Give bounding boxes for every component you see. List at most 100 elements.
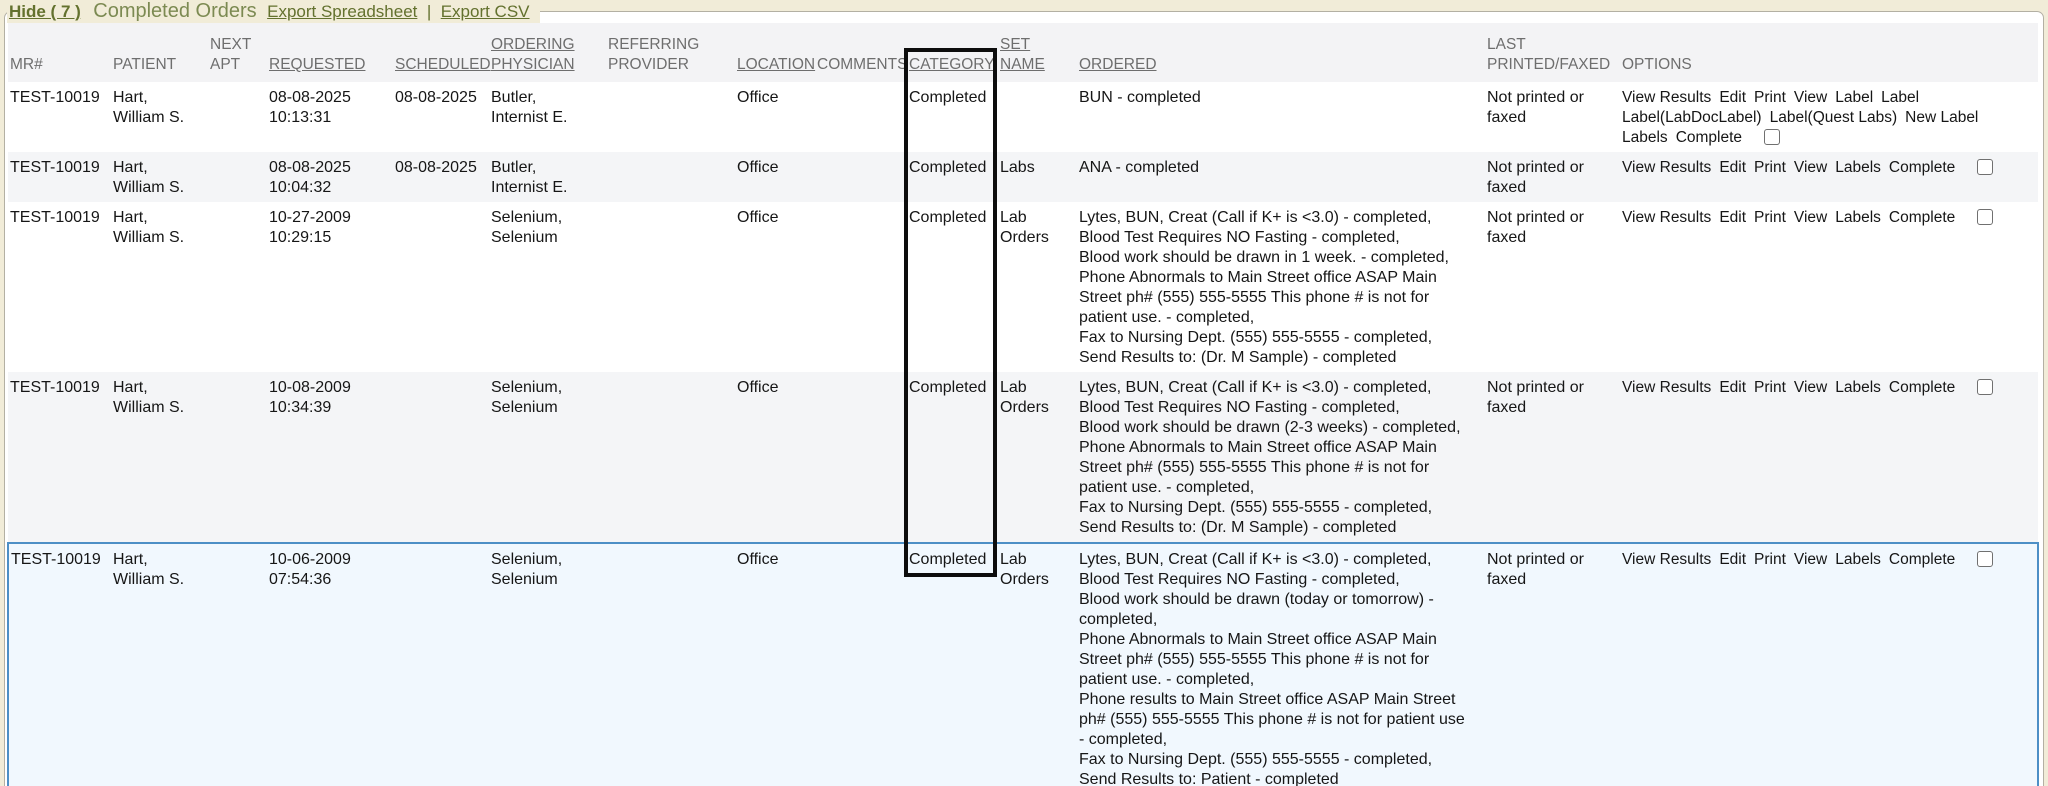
cell-comments	[815, 372, 907, 543]
edit-link[interactable]: Edit	[1719, 158, 1746, 178]
cell-ordered: Lytes, BUN, Creat (Call if K+ is <3.0) -…	[1077, 543, 1485, 786]
orders-table: MR#PATIENTNEXT APTREQUESTEDSCHEDULEDORDE…	[7, 23, 2039, 786]
export-csv-link[interactable]: Export CSV	[441, 2, 530, 21]
export-spreadsheet-link[interactable]: Export Spreadsheet	[267, 2, 417, 21]
column-header-patient: PATIENT	[111, 23, 208, 82]
cell-options: View ResultsEditPrintViewLabelLabelLabel…	[1620, 82, 2038, 152]
completed-orders-legend: Hide ( 7 ) Completed Orders Export Sprea…	[7, 0, 540, 23]
cell-patient: Hart, William S.	[111, 202, 208, 372]
hide-count-link[interactable]: Hide ( 7 )	[9, 2, 81, 21]
cell-category: Completed	[907, 82, 998, 152]
complete-link[interactable]: Complete	[1889, 550, 1955, 570]
label-quest-labs-link[interactable]: Label(Quest Labs)	[1770, 108, 1898, 128]
order-row: TEST-10019Hart, William S.10-27-2009 10:…	[8, 202, 2038, 372]
view-results-link[interactable]: View Results	[1622, 208, 1711, 228]
cell-patient: Hart, William S.	[111, 372, 208, 543]
cell-location: Office	[735, 152, 815, 202]
labels-complete-checkbox[interactable]	[1977, 551, 1993, 567]
labels-complete-checkbox[interactable]	[1977, 209, 1993, 225]
cell-last-printed: Not printed or faxed	[1485, 202, 1620, 372]
view-results-link[interactable]: View Results	[1622, 88, 1711, 108]
print-link[interactable]: Print	[1754, 550, 1786, 570]
complete-link[interactable]: Complete	[1889, 158, 1955, 178]
complete-link[interactable]: Complete	[1889, 208, 1955, 228]
cell-category: Completed	[907, 372, 998, 543]
column-header-options: OPTIONS	[1620, 23, 2038, 82]
panel-title: Completed Orders	[93, 0, 256, 22]
orders-table-body: TEST-10019Hart, William S.08-08-2025 10:…	[8, 82, 2038, 786]
cell-options: View Results Edit Print View Labels Complete	[1620, 152, 2038, 202]
cell-referring	[606, 543, 735, 786]
view-results-link[interactable]: View Results	[1622, 158, 1711, 178]
cell-location: Office	[735, 372, 815, 543]
cell-last-printed: Not printed or faxed	[1485, 543, 1620, 786]
cell-physician: Selenium, Selenium	[489, 202, 606, 372]
edit-link[interactable]: Edit	[1719, 378, 1746, 398]
column-header-set-name[interactable]: SET NAME	[998, 23, 1077, 82]
cell-physician: Butler, Internist E.	[489, 152, 606, 202]
cell-physician: Butler, Internist E.	[489, 82, 606, 152]
labels-complete-checkbox[interactable]	[1977, 379, 1993, 395]
column-header-location[interactable]: LOCATION	[735, 23, 815, 82]
complete-link[interactable]: Complete	[1676, 128, 1742, 148]
view-link[interactable]: View	[1794, 208, 1827, 228]
column-header-requested[interactable]: REQUESTED	[267, 23, 393, 82]
print-link[interactable]: Print	[1754, 208, 1786, 228]
column-header-scheduled[interactable]: SCHEDULED	[393, 23, 489, 82]
cell-physician: Selenium, Selenium	[489, 543, 606, 786]
print-link[interactable]: Print	[1754, 158, 1786, 178]
cell-next-apt	[208, 152, 267, 202]
label-link[interactable]: Label	[1881, 88, 1919, 108]
edit-link[interactable]: Edit	[1719, 550, 1746, 570]
print-link[interactable]: Print	[1754, 88, 1786, 108]
cell-next-apt	[208, 372, 267, 543]
cell-next-apt	[208, 543, 267, 786]
cell-next-apt	[208, 82, 267, 152]
labels-link[interactable]: Labels	[1835, 158, 1881, 178]
label-labdoclabel-link[interactable]: Label(LabDocLabel)	[1622, 108, 1762, 128]
cell-next-apt	[208, 202, 267, 372]
legend-divider: |	[427, 2, 431, 21]
cell-set-name: Lab Orders	[998, 543, 1077, 786]
cell-category: Completed	[907, 202, 998, 372]
cell-mr: TEST-10019	[8, 372, 111, 543]
labels-link[interactable]: Labels	[1835, 208, 1881, 228]
view-link[interactable]: View	[1794, 550, 1827, 570]
cell-patient: Hart, William S.	[111, 82, 208, 152]
view-link[interactable]: View	[1794, 88, 1827, 108]
cell-scheduled	[393, 202, 489, 372]
cell-ordered: BUN - completed	[1077, 82, 1485, 152]
cell-ordered: ANA - completed	[1077, 152, 1485, 202]
cell-set-name	[998, 82, 1077, 152]
cell-last-printed: Not printed or faxed	[1485, 152, 1620, 202]
labels-link[interactable]: Labels	[1622, 128, 1668, 148]
column-header-category[interactable]: CATEGORY	[907, 23, 998, 82]
cell-comments	[815, 152, 907, 202]
cell-mr: TEST-10019	[8, 82, 111, 152]
new-label-link[interactable]: New Label	[1905, 108, 1978, 128]
column-header-physician[interactable]: ORDERING PHYSICIAN	[489, 23, 606, 82]
edit-link[interactable]: Edit	[1719, 88, 1746, 108]
print-link[interactable]: Print	[1754, 378, 1786, 398]
cell-set-name: Lab Orders	[998, 202, 1077, 372]
label-link[interactable]: Label	[1835, 88, 1873, 108]
cell-comments	[815, 202, 907, 372]
view-results-link[interactable]: View Results	[1622, 378, 1711, 398]
labels-link[interactable]: Labels	[1835, 378, 1881, 398]
column-header-ordered[interactable]: ORDERED	[1077, 23, 1485, 82]
cell-options: View Results Edit Print View Labels Complete	[1620, 543, 2038, 786]
edit-link[interactable]: Edit	[1719, 208, 1746, 228]
cell-referring	[606, 372, 735, 543]
view-link[interactable]: View	[1794, 158, 1827, 178]
complete-link[interactable]: Complete	[1889, 378, 1955, 398]
cell-referring	[606, 82, 735, 152]
column-header-comments: COMMENTS	[815, 23, 907, 82]
cell-scheduled: 08-08-2025	[393, 152, 489, 202]
cell-ordered: Lytes, BUN, Creat (Call if K+ is <3.0) -…	[1077, 372, 1485, 543]
labels-complete-checkbox[interactable]	[1977, 159, 1993, 175]
view-link[interactable]: View	[1794, 378, 1827, 398]
cell-location: Office	[735, 202, 815, 372]
labels-complete-checkbox[interactable]	[1764, 129, 1780, 145]
view-results-link[interactable]: View Results	[1622, 550, 1711, 570]
labels-link[interactable]: Labels	[1835, 550, 1881, 570]
